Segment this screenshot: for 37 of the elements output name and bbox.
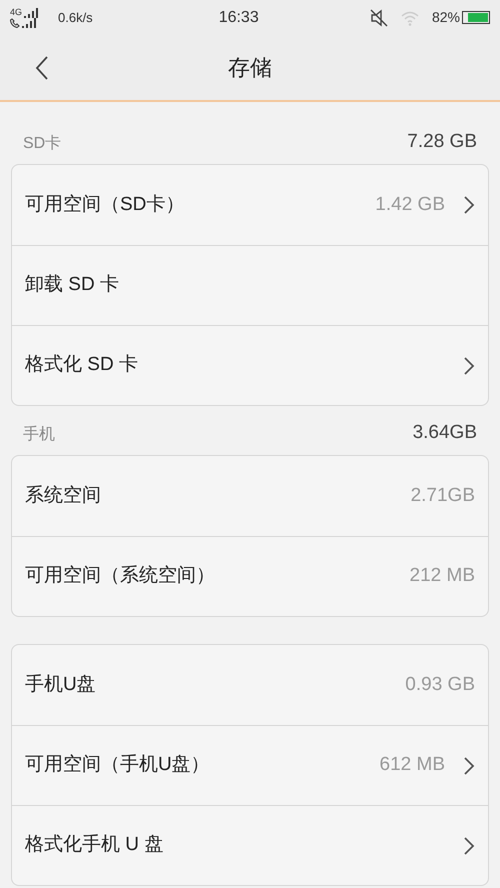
back-icon — [35, 56, 49, 80]
row-title: 格式化手机 U 盘 — [25, 833, 164, 858]
row-title: 可用空间（系统空间） — [25, 564, 215, 588]
row-title: 可用空间（SD卡） — [25, 192, 184, 217]
section-total: 3.64GB — [412, 420, 477, 444]
settings-row[interactable]: 系统空间 2.71GB — [12, 456, 488, 536]
battery-percent: 82% — [432, 8, 460, 27]
mute-icon — [370, 8, 388, 26]
phone-icon — [10, 18, 20, 28]
settings-row[interactable]: 手机U盘 0.93 GB — [12, 645, 488, 725]
row-value: 612 MB — [380, 753, 445, 778]
row-value: 1.42 GB — [375, 192, 445, 217]
row-value: 212 MB — [410, 564, 475, 588]
section-total: 7.28 GB — [407, 130, 477, 154]
settings-row[interactable]: 格式化 SD 卡 — [12, 325, 488, 405]
row-title: 手机U盘 — [25, 672, 96, 697]
signal-icon — [24, 8, 38, 18]
settings-row[interactable]: 可用空间（SD卡） 1.42 GB — [12, 165, 488, 245]
row-title: 系统空间 — [25, 484, 101, 508]
settings-row[interactable]: 卸载 SD 卡 — [12, 245, 488, 325]
clock: 16:33 — [218, 8, 259, 28]
page-title: 存储 — [228, 54, 272, 82]
battery-icon — [462, 11, 490, 24]
row-title: 卸载 SD 卡 — [25, 273, 119, 298]
section-label: SD卡 — [23, 134, 62, 154]
settings-row[interactable]: 可用空间（系统空间） 212 MB — [12, 536, 488, 616]
row-value: 0.93 GB — [405, 672, 475, 697]
settings-row[interactable]: 格式化手机 U 盘 — [12, 805, 488, 885]
signal-icon — [22, 18, 36, 28]
network-type: 4G — [10, 8, 22, 17]
row-value: 2.71GB — [410, 484, 475, 508]
section-label: 手机 — [23, 424, 55, 445]
row-title: 可用空间（手机U盘） — [25, 753, 210, 778]
row-title: 格式化 SD 卡 — [25, 353, 138, 378]
settings-row[interactable]: 可用空间（手机U盘） 612 MB — [12, 725, 488, 805]
wifi-icon — [400, 10, 420, 26]
network-speed: 0.6k/s — [58, 8, 93, 27]
